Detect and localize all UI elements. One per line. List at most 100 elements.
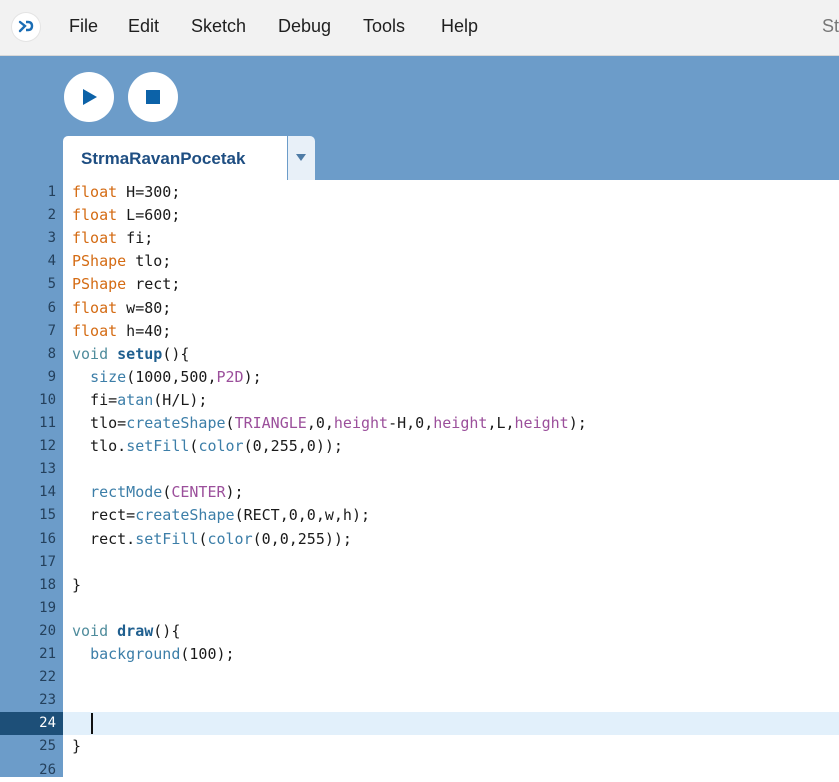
code-token: H=300; [117, 183, 181, 201]
code-text: float L=600; [72, 206, 180, 224]
menu-debug[interactable]: Debug [278, 16, 331, 37]
stop-button[interactable] [128, 72, 178, 122]
code-token: color [198, 437, 244, 455]
code-text: } [72, 576, 81, 594]
code-token: w=80; [117, 299, 172, 317]
code-line[interactable]: 7 float h=40; [0, 320, 839, 343]
code-text: background(100); [72, 645, 235, 663]
line-number: 4 [47, 253, 56, 269]
code-line[interactable]: 11 tlo=createShape(TRIANGLE,0,height-H,0… [0, 412, 839, 435]
code-line[interactable]: 12 tlo.setFill(color(0,255,0)); [0, 435, 839, 458]
chevron-down-icon [296, 154, 306, 161]
code-token: (H/L); [153, 391, 208, 409]
code-line[interactable]: 3 float fi; [0, 227, 839, 250]
code-token: fi; [117, 229, 154, 247]
tab-sketch[interactable]: StrmaRavanPocetak [63, 136, 287, 180]
code-line[interactable]: 17 [0, 551, 839, 574]
code-token: void [72, 345, 109, 363]
code-line[interactable]: 1 float H=300; [0, 181, 839, 204]
code-line[interactable]: 26 [0, 759, 839, 782]
line-number: 15 [39, 507, 56, 523]
run-button[interactable] [64, 72, 114, 122]
menu-file[interactable]: File [69, 16, 98, 37]
code-token: } [72, 737, 82, 755]
menu-bar: File Edit Sketch Debug Tools Help St [0, 0, 839, 56]
code-token: background [90, 645, 181, 663]
code-token: CENTER [171, 483, 226, 501]
code-text: float fi; [72, 229, 153, 247]
code-token: TRIANGLE [234, 414, 307, 432]
code-line[interactable]: 5 PShape rect; [0, 273, 839, 296]
code-token: void [72, 622, 109, 640]
code-token: rect; [126, 275, 181, 293]
code-token: height [333, 414, 389, 432]
code-line[interactable]: 22 [0, 666, 839, 689]
code-line[interactable]: 9 size(1000,500,P2D); [0, 366, 839, 389]
line-number: 2 [47, 207, 56, 223]
line-number: 1 [47, 184, 56, 200]
mode-selector-truncated[interactable]: St [822, 16, 839, 37]
menu-tools[interactable]: Tools [363, 16, 405, 37]
menu-sketch[interactable]: Sketch [191, 16, 246, 37]
processing-logo-icon [12, 13, 40, 41]
code-line[interactable]: 16 rect.setFill(color(0,0,255)); [0, 528, 839, 551]
code-line[interactable]: 10 fi=atan(H/L); [0, 389, 839, 412]
line-number: 5 [47, 276, 56, 292]
code-line[interactable]: 15 rect=createShape(RECT,0,0,w,h); [0, 504, 839, 527]
code-token: rectMode [90, 483, 163, 501]
toolbar: StrmaRavanPocetak [0, 56, 839, 180]
code-token: (100); [180, 645, 235, 663]
line-number: 12 [39, 438, 56, 454]
code-token: ,L, [487, 414, 515, 432]
line-number: 18 [39, 577, 56, 593]
line-number: 17 [39, 554, 56, 570]
code-token: float [72, 206, 118, 224]
code-line[interactable]: 25} [0, 735, 839, 758]
line-number: 16 [39, 531, 56, 547]
line-number: 10 [39, 392, 56, 408]
code-token: fi= [72, 391, 118, 409]
code-line[interactable]: 2 float L=600; [0, 204, 839, 227]
code-line[interactable]: 23 [0, 689, 839, 712]
code-token: tlo= [72, 414, 127, 432]
code-text: float h=40; [72, 322, 171, 340]
line-number: 20 [39, 623, 56, 639]
code-token: tlo; [126, 252, 172, 270]
code-line[interactable]: 20 void draw(){ [0, 620, 839, 643]
line-number: 7 [47, 323, 56, 339]
menu-edit[interactable]: Edit [128, 16, 159, 37]
code-text: tlo.setFill(color(0,255,0)); [72, 437, 343, 455]
menu-help[interactable]: Help [441, 16, 478, 37]
code-text: rect=createShape(RECT,0,0,w,h); [72, 506, 370, 524]
tab-menu-button[interactable] [288, 136, 315, 180]
line-number: 3 [47, 230, 56, 246]
code-line[interactable]: 13 [0, 458, 839, 481]
code-line[interactable]: 4 PShape tlo; [0, 250, 839, 273]
code-text: PShape rect; [72, 275, 180, 293]
code-token: ); [568, 414, 587, 432]
code-token: createShape [135, 506, 235, 524]
code-line[interactable]: 6 float w=80; [0, 297, 839, 320]
code-line[interactable]: 14 rectMode(CENTER); [0, 481, 839, 504]
code-token: PShape [72, 252, 127, 270]
code-text: rectMode(CENTER); [72, 483, 244, 501]
code-line[interactable]: 21 background(100); [0, 643, 839, 666]
code-text: } [72, 737, 81, 755]
code-line[interactable]: 19 [0, 597, 839, 620]
code-text: void draw(){ [72, 622, 180, 640]
code-token: (0,0,255)); [252, 530, 352, 548]
code-line[interactable]: 24 [0, 712, 839, 735]
line-number: 13 [39, 461, 56, 477]
code-line[interactable]: 8 void setup(){ [0, 343, 839, 366]
code-token: draw [117, 622, 154, 640]
line-number: 23 [39, 692, 56, 708]
code-token: (RECT,0,0,w,h); [234, 506, 371, 524]
code-line[interactable]: 18} [0, 574, 839, 597]
code-token: ,0, [306, 414, 334, 432]
code-token: (1000,500, [126, 368, 217, 386]
code-token: setup [117, 345, 163, 363]
